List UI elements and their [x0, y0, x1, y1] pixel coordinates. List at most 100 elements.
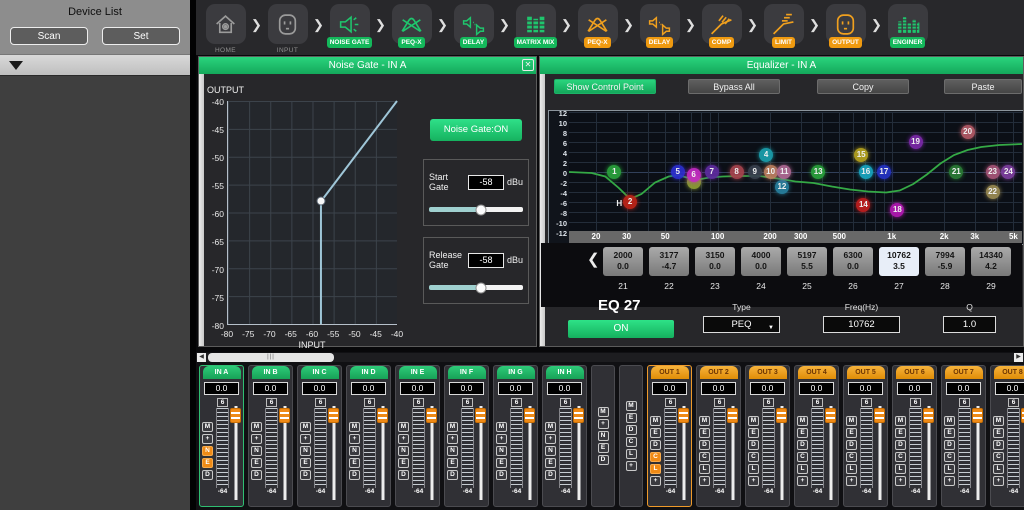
- eq-band-23[interactable]: 31500.0: [695, 247, 735, 276]
- strip-btn-e[interactable]: E: [300, 458, 311, 468]
- strip-btn-d[interactable]: D: [202, 470, 213, 480]
- strip-btn-plus[interactable]: +: [650, 476, 661, 486]
- gain-value[interactable]: 0.0: [799, 382, 834, 395]
- strip-btn-d[interactable]: D: [598, 455, 609, 465]
- strip-btn-plus[interactable]: +: [846, 476, 857, 486]
- out-channel-tab[interactable]: OUT 1: [651, 366, 689, 379]
- strip-btn-plus[interactable]: +: [797, 476, 808, 486]
- strip-btn-e[interactable]: E: [797, 428, 808, 438]
- scroll-left-icon[interactable]: ◀: [197, 353, 206, 362]
- strip-btn-n[interactable]: N: [398, 446, 409, 456]
- noise-gate-toggle-button[interactable]: Noise Gate:ON: [430, 119, 522, 141]
- release-gate-slider-knob[interactable]: [475, 282, 486, 293]
- eq-control-point-23[interactable]: 23: [986, 165, 1000, 179]
- start-gate-slider[interactable]: [429, 207, 523, 212]
- channel-strip-out-2[interactable]: OUT 20.0MEDCL+6-64: [696, 365, 741, 507]
- eq-control-point-21[interactable]: 21: [949, 165, 963, 179]
- show-control-point-button[interactable]: Show Control Point: [554, 79, 656, 94]
- strip-btn-e[interactable]: E: [496, 458, 507, 468]
- strip-btn-d[interactable]: D: [993, 440, 1004, 450]
- channel-strip-in-c[interactable]: IN C0.0M+NED6-64: [297, 365, 342, 507]
- strip-btn-plus[interactable]: +: [748, 476, 759, 486]
- toolbar-item-output[interactable]: OUTPUT: [822, 4, 869, 48]
- channel-strip-out-6[interactable]: OUT 60.0MEDCL+6-64: [892, 365, 937, 507]
- fader-handle[interactable]: [678, 408, 689, 423]
- in-channel-tab[interactable]: IN E: [399, 366, 437, 379]
- strip-btn-n[interactable]: N: [300, 446, 311, 456]
- out-channel-tab[interactable]: OUT 2: [700, 366, 738, 379]
- gain-value[interactable]: 0.0: [449, 382, 484, 395]
- strip-btn-d[interactable]: D: [650, 440, 661, 450]
- type-select[interactable]: PEQ ▼: [703, 316, 780, 333]
- set-button[interactable]: Set: [102, 27, 180, 45]
- channel-strip-out-5[interactable]: OUT 50.0MEDCL+6-64: [843, 365, 888, 507]
- strip-btn-c[interactable]: C: [748, 452, 759, 462]
- in-channel-tab[interactable]: IN F: [448, 366, 486, 379]
- strip-btn-plus[interactable]: +: [496, 434, 507, 444]
- eq-band-26[interactable]: 63000.0: [833, 247, 873, 276]
- toolbar-item-input[interactable]: INPUT: [264, 4, 311, 54]
- equalizer-title-bar[interactable]: Equalizer - IN A: [540, 57, 1023, 74]
- strip-btn-n[interactable]: N: [349, 446, 360, 456]
- channel-strip-in-d[interactable]: IN D0.0M+NED6-64: [346, 365, 391, 507]
- strip-btn-l[interactable]: L: [650, 464, 661, 474]
- toolbar-item-comp[interactable]: COMP: [698, 4, 745, 48]
- strip-btn-d[interactable]: D: [895, 440, 906, 450]
- strip-btn-c[interactable]: C: [699, 452, 710, 462]
- fader-handle[interactable]: [573, 408, 584, 423]
- strip-btn-l[interactable]: L: [895, 464, 906, 474]
- fader-handle[interactable]: [727, 408, 738, 423]
- in-channel-tab[interactable]: IN D: [350, 366, 388, 379]
- eq-control-point-24[interactable]: 24: [1001, 165, 1015, 179]
- strip-btn-m[interactable]: M: [202, 422, 213, 432]
- toolbar-item-delay[interactable]: DELAY: [636, 4, 683, 48]
- strip-btn-l[interactable]: L: [797, 464, 808, 474]
- gain-value[interactable]: 0.0: [204, 382, 239, 395]
- strip-btn-l[interactable]: L: [699, 464, 710, 474]
- fader[interactable]: [328, 406, 339, 500]
- strip-btn-n[interactable]: N: [545, 446, 556, 456]
- noise-gate-title-bar[interactable]: Noise Gate - IN A ✕: [199, 57, 536, 74]
- strip-btn-d[interactable]: D: [398, 470, 409, 480]
- in-channel-tab[interactable]: IN C: [301, 366, 339, 379]
- strip-btn-plus[interactable]: +: [251, 434, 262, 444]
- strip-btn-d[interactable]: D: [748, 440, 759, 450]
- strip-btn-plus[interactable]: +: [349, 434, 360, 444]
- in-channel-tab[interactable]: IN B: [252, 366, 290, 379]
- eq-band-21[interactable]: 20000.0: [603, 247, 643, 276]
- strip-btn-e[interactable]: E: [202, 458, 213, 468]
- channel-strip-in-a[interactable]: IN A0.0M+NED6-64: [199, 365, 244, 507]
- eq-control-point-14[interactable]: 14: [856, 198, 870, 212]
- strip-btn-c[interactable]: C: [895, 452, 906, 462]
- fader-handle[interactable]: [923, 408, 934, 423]
- strip-btn-m[interactable]: M: [496, 422, 507, 432]
- close-icon[interactable]: ✕: [522, 59, 534, 71]
- strip-btn-m[interactable]: M: [650, 416, 661, 426]
- strip-btn-m[interactable]: M: [251, 422, 262, 432]
- strip-btn-c[interactable]: C: [626, 437, 637, 447]
- strip-btn-e[interactable]: E: [650, 428, 661, 438]
- start-gate-value[interactable]: -58: [468, 175, 504, 190]
- eq-control-point-12[interactable]: 12: [775, 180, 789, 194]
- bypass-all-button[interactable]: Bypass All: [688, 79, 780, 94]
- strip-btn-plus[interactable]: +: [202, 434, 213, 444]
- gain-value[interactable]: 0.0: [701, 382, 736, 395]
- strip-btn-plus[interactable]: +: [699, 476, 710, 486]
- gain-value[interactable]: 0.0: [302, 382, 337, 395]
- noise-gate-plot[interactable]: [227, 101, 397, 325]
- eq-plot[interactable]: 12H567894101211131514161718192021222324: [569, 112, 1022, 232]
- gain-value[interactable]: 0.0: [652, 382, 687, 395]
- eq-band-24[interactable]: 40000.0: [741, 247, 781, 276]
- strip-btn-m[interactable]: M: [545, 422, 556, 432]
- eq-control-point-4[interactable]: 4: [759, 148, 773, 162]
- channel-strip-in-b[interactable]: IN B0.0M+NED6-64: [248, 365, 293, 507]
- fader-handle[interactable]: [776, 408, 787, 423]
- eq-band-29[interactable]: 143404.2: [971, 247, 1011, 276]
- fader-handle[interactable]: [874, 408, 885, 423]
- device-dropdown[interactable]: [0, 54, 190, 76]
- eq-control-point-15[interactable]: 15: [854, 148, 868, 162]
- strip-btn-plus[interactable]: +: [993, 476, 1004, 486]
- strip-btn-e[interactable]: E: [598, 443, 609, 453]
- strip-btn-e[interactable]: E: [545, 458, 556, 468]
- fader-handle[interactable]: [825, 408, 836, 423]
